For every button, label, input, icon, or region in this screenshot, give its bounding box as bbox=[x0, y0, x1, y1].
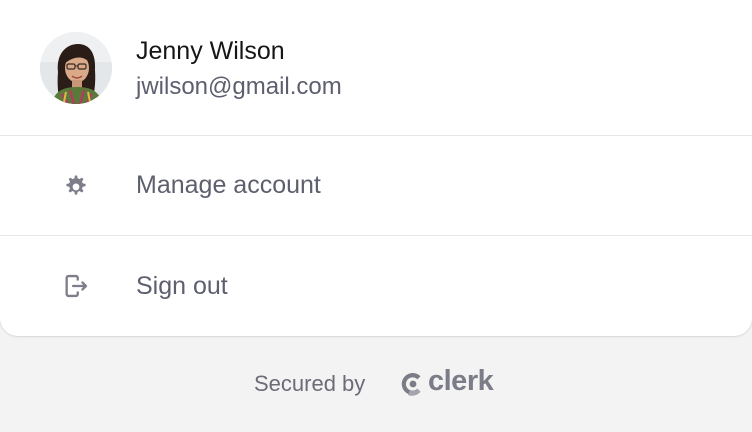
sign-out-icon bbox=[62, 272, 90, 300]
user-button-popover: Jenny Wilson jwilson@gmail.com Manage ac… bbox=[0, 0, 752, 336]
user-name: Jenny Wilson bbox=[136, 37, 285, 65]
user-preview: Jenny Wilson jwilson@gmail.com bbox=[0, 0, 752, 136]
clerk-logo-icon bbox=[400, 371, 426, 397]
clerk-brand-name: clerk bbox=[428, 365, 494, 397]
gear-icon bbox=[62, 172, 90, 200]
sign-out-label: Sign out bbox=[136, 272, 228, 300]
secured-by-label: Secured by bbox=[254, 371, 366, 396]
manage-account-label: Manage account bbox=[136, 171, 321, 199]
user-avatar bbox=[40, 32, 112, 104]
footer: Secured by clerk bbox=[0, 336, 752, 432]
user-email: jwilson@gmail.com bbox=[136, 73, 342, 100]
sign-out-button[interactable]: Sign out bbox=[0, 236, 752, 336]
avatar-photo-icon bbox=[40, 32, 112, 104]
manage-account-button[interactable]: Manage account bbox=[0, 136, 752, 236]
